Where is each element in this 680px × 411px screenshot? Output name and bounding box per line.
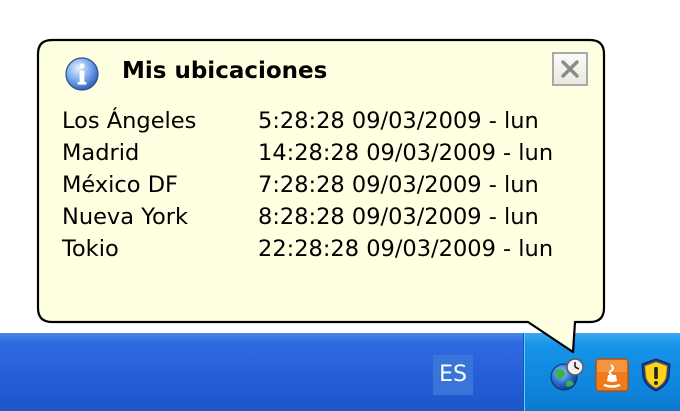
balloon-content: Mis ubicaciones Los Ángeles 5:28:28 09/0…: [38, 40, 604, 322]
city-time: 5:28:28 09/03/2009 - lun: [258, 108, 539, 134]
city-time: 8:28:28 09/03/2009 - lun: [258, 204, 539, 230]
city-name: Madrid: [62, 140, 140, 166]
info-icon: [64, 56, 100, 92]
java-icon[interactable]: [594, 357, 630, 393]
city-name: Nueva York: [62, 204, 188, 230]
close-icon: [561, 60, 579, 78]
city-time: 14:28:28 09/03/2009 - lun: [258, 140, 554, 166]
city-name: Tokio: [62, 236, 119, 262]
city-time: 7:28:28 09/03/2009 - lun: [258, 172, 539, 198]
globe-clock-icon[interactable]: [548, 357, 584, 393]
close-button[interactable]: [552, 52, 588, 86]
city-time: 22:28:28 09/03/2009 - lun: [258, 236, 554, 262]
balloon-title: Mis ubicaciones: [122, 58, 328, 84]
city-name: México DF: [62, 172, 178, 198]
language-indicator[interactable]: ES: [433, 355, 473, 395]
security-shield-icon[interactable]: [638, 357, 674, 393]
city-name: Los Ángeles: [62, 108, 197, 134]
